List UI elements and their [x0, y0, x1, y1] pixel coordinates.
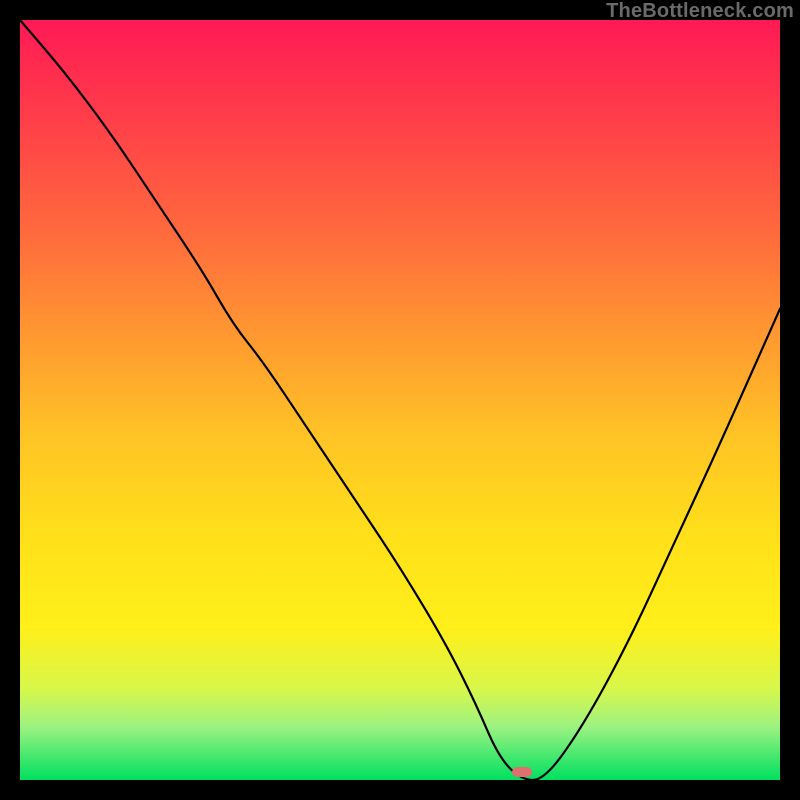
optimal-point-marker: [512, 767, 532, 777]
chart-frame: TheBottleneck.com: [0, 0, 800, 800]
curve-path: [20, 20, 780, 780]
watermark-text: TheBottleneck.com: [606, 0, 794, 23]
bottleneck-curve: [20, 20, 780, 780]
